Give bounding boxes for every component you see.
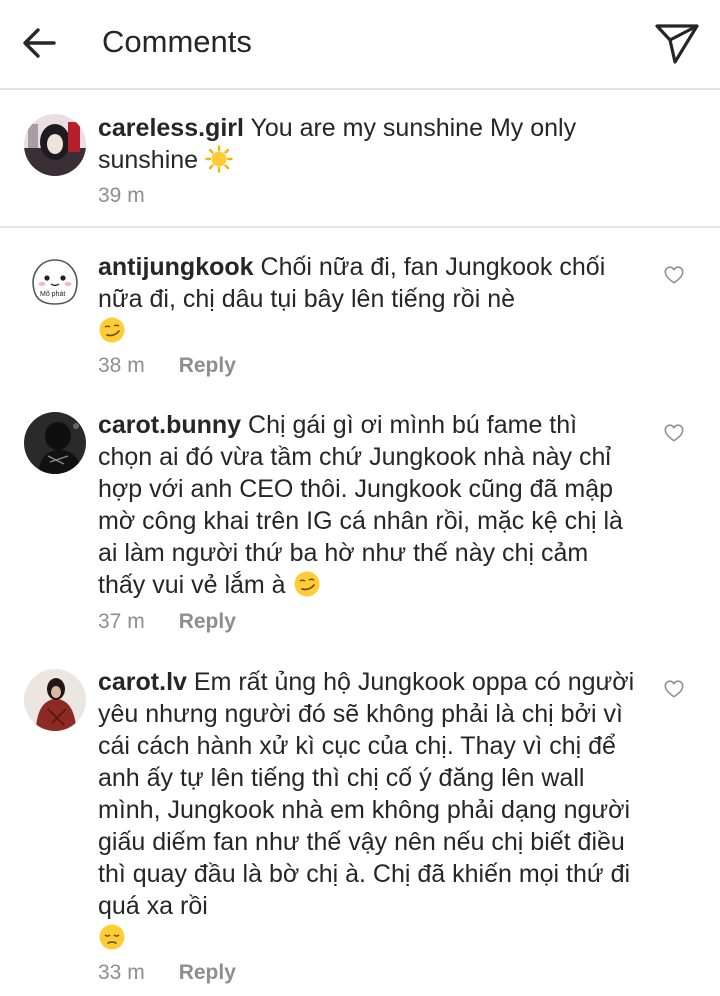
avatar-antijungkook[interactable]: Mõ phát [24, 250, 86, 312]
sun-emoji-icon [205, 145, 233, 173]
avatar-carot-bunny[interactable] [24, 412, 86, 474]
reply-button[interactable]: Reply [179, 961, 236, 984]
smirk-emoji-icon [294, 571, 320, 597]
pensive-emoji-icon [99, 924, 125, 950]
page-title: Comments [102, 24, 252, 59]
comment-meta: 37 m Reply [98, 610, 236, 634]
comment-text: Chị gái gì ơi mình bú fame thì chọn ai đ… [98, 411, 623, 599]
post-caption: careless.girl You are my sunshine My onl… [0, 92, 720, 228]
heart-icon[interactable] [663, 264, 685, 286]
avatar-carot-lv[interactable] [24, 669, 86, 731]
avatar-careless-girl[interactable] [24, 114, 86, 176]
timestamp: 33 m [98, 961, 145, 984]
send-icon[interactable] [653, 22, 701, 66]
comment-username[interactable]: antijungkook [98, 253, 254, 281]
comment-item: carot.lv Em rất ủng hộ Jungkook oppa có … [0, 655, 720, 996]
comment-text: Em rất ủng hộ Jungkook oppa có người yêu… [98, 668, 635, 920]
timestamp: 38 m [98, 354, 145, 377]
heart-icon[interactable] [663, 422, 685, 444]
comment-text-block: antijungkook Chối nữa đi, fan Jungkook c… [98, 251, 638, 347]
back-arrow-icon[interactable] [18, 22, 60, 64]
comment-item: Mõ phát antijungkook Chối nữa đi, fan Ju… [0, 238, 720, 388]
comment-meta: 33 m Reply [98, 961, 236, 985]
caption-username[interactable]: careless.girl [98, 114, 244, 142]
comment-item: carot.bunny Chị gái gì ơi mình bú fame t… [0, 398, 720, 648]
timestamp: 37 m [98, 610, 145, 633]
smirk-emoji-icon [99, 317, 125, 343]
timestamp: 39 m [98, 184, 145, 207]
avatar-caption: Mõ phát [40, 291, 66, 298]
heart-icon[interactable] [663, 678, 685, 700]
comment-text-block: carot.bunny Chị gái gì ơi mình bú fame t… [98, 409, 638, 601]
caption-meta: 39 m [98, 184, 145, 208]
reply-button[interactable]: Reply [179, 610, 236, 633]
comment-meta: 38 m Reply [98, 354, 236, 378]
comment-username[interactable]: carot.lv [98, 668, 187, 696]
app-header: Comments [0, 0, 720, 90]
reply-button[interactable]: Reply [179, 354, 236, 377]
caption-text-block: careless.girl You are my sunshine My onl… [98, 112, 638, 176]
comment-text-block: carot.lv Em rất ủng hộ Jungkook oppa có … [98, 666, 638, 954]
comment-username[interactable]: carot.bunny [98, 411, 241, 439]
